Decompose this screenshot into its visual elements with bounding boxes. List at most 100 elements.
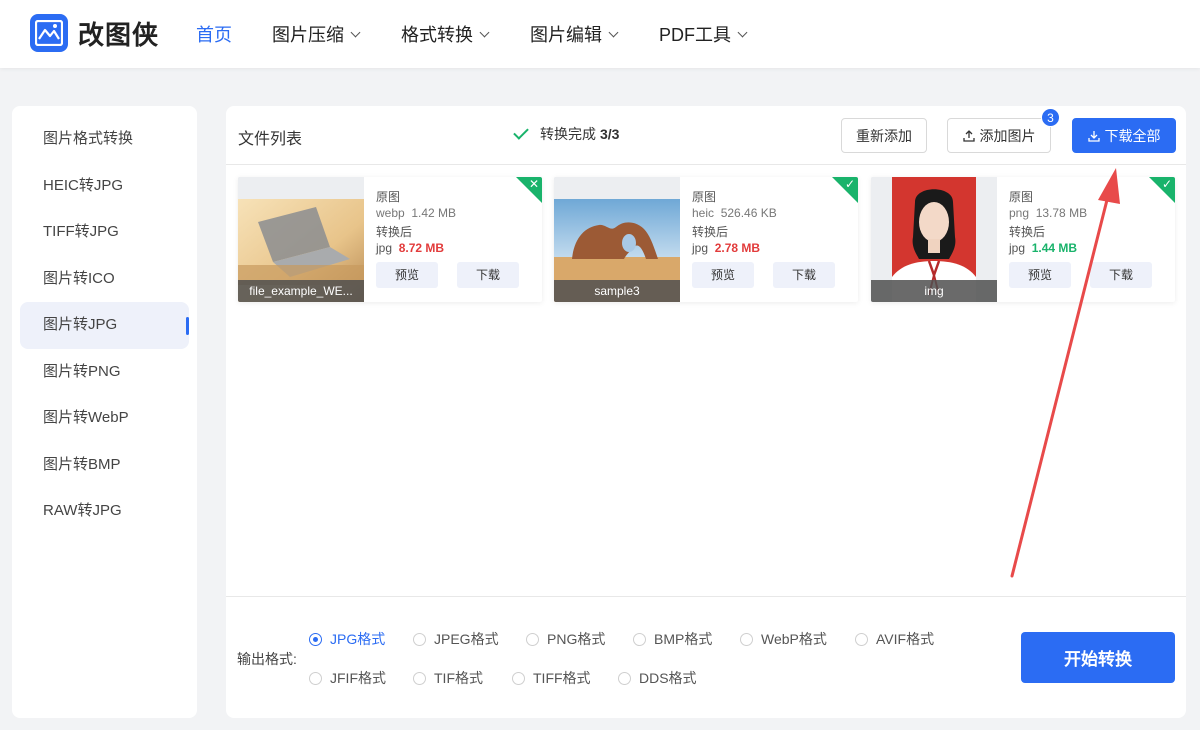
original-details: png 13.78 MB — [1009, 205, 1087, 221]
original-label: 原图 — [692, 190, 717, 204]
nav-image-compress[interactable]: 图片压缩 — [272, 21, 361, 47]
brand-logo[interactable]: 改图侠 — [30, 14, 159, 52]
converted-label: 转换后 — [376, 225, 413, 239]
add-image-button[interactable]: 添加图片 — [947, 118, 1051, 153]
format-radio-jpg[interactable]: JPG格式 — [309, 629, 385, 649]
logo-icon — [30, 14, 68, 52]
format-radio-tif[interactable]: TIF格式 — [413, 668, 483, 688]
sidebar-item-tiff-to-jpg[interactable]: TIFF转JPG — [20, 209, 189, 256]
converted-details: jpg 8.72 MB — [376, 240, 456, 256]
nav-format-convert[interactable]: 格式转换 — [401, 21, 490, 47]
download-icon — [1087, 130, 1100, 142]
sidebar-item-image-to-bmp[interactable]: 图片转BMP — [20, 442, 189, 489]
main-nav: 首页 图片压缩 格式转换 图片编辑 PDF工具 — [196, 0, 788, 68]
file-name: sample3 — [554, 280, 680, 302]
sidebar-item-heic-to-jpg[interactable]: HEIC转JPG — [20, 163, 189, 210]
nav-image-edit[interactable]: 图片编辑 — [530, 21, 619, 47]
download-all-button[interactable]: 下载全部 — [1072, 118, 1176, 153]
format-radio-tiff[interactable]: TIFF格式 — [512, 668, 591, 688]
radio-dot — [526, 632, 539, 646]
original-label: 原图 — [376, 190, 401, 204]
sidebar-item-image-to-png[interactable]: 图片转PNG — [20, 349, 189, 396]
brand-name: 改图侠 — [78, 19, 160, 50]
file-card: img 原图 png 13.78 MB 转换后 jpg 1.44 MB 预览 下… — [871, 177, 1175, 302]
preview-button[interactable]: 预览 — [1009, 262, 1071, 288]
output-format-label: 输出格式: — [237, 651, 297, 667]
download-all-button-label: 下载全部 — [1104, 127, 1161, 144]
format-radio-jpeg[interactable]: JPEG格式 — [413, 629, 499, 649]
format-radio-bmp[interactable]: BMP格式 — [633, 629, 712, 649]
file-name: img — [871, 280, 997, 302]
check-icon: ✓ — [844, 177, 855, 191]
sidebar-item-image-format-convert[interactable]: 图片格式转换 — [20, 116, 189, 163]
add-image-button-label: 添加图片 — [979, 127, 1036, 144]
format-radio-avif[interactable]: AVIF格式 — [855, 629, 934, 649]
status-text: 转换完成 — [540, 126, 596, 142]
start-convert-button[interactable]: 开始转换 — [1021, 632, 1175, 683]
nav-image-edit-label: 图片编辑 — [530, 25, 602, 45]
readd-button[interactable]: 重新添加 — [841, 118, 927, 153]
file-info: 原图 heic 526.46 KB 转换后 jpg 2.78 MB — [692, 189, 777, 256]
radio-dot — [512, 671, 525, 685]
nav-format-convert-label: 格式转换 — [401, 25, 473, 45]
status-count: 3/3 — [600, 126, 620, 142]
radio-dot — [855, 632, 868, 646]
chevron-down-icon — [479, 27, 490, 37]
download-button[interactable]: 下载 — [457, 262, 519, 288]
upload-icon — [962, 129, 975, 142]
file-thumbnail[interactable]: img — [871, 177, 997, 302]
download-button[interactable]: 下载 — [1090, 262, 1152, 288]
original-size: 526.46 KB — [720, 206, 777, 220]
converted-format: jpg — [376, 241, 393, 255]
format-radio-dds[interactable]: DDS格式 — [618, 668, 697, 688]
radio-dot — [740, 632, 753, 646]
nav-home[interactable]: 首页 — [196, 21, 232, 47]
nav-pdf-tools-label: PDF工具 — [659, 25, 731, 45]
file-thumbnail[interactable]: sample3 — [554, 177, 680, 302]
converted-size: 2.78 MB — [714, 241, 761, 255]
format-radio-jfif[interactable]: JFIF格式 — [309, 668, 386, 688]
radio-dot — [618, 671, 631, 685]
chevron-down-icon — [608, 27, 619, 37]
format-radio-webp[interactable]: WebP格式 — [740, 629, 827, 649]
converted-label: 转换后 — [1009, 225, 1046, 239]
original-details: webp 1.42 MB — [376, 205, 456, 221]
original-format: webp — [376, 206, 405, 220]
sidebar-item-image-to-webp[interactable]: 图片转WebP — [20, 395, 189, 442]
top-header: 改图侠 首页 图片压缩 格式转换 图片编辑 PDF工具 — [0, 0, 1200, 68]
original-format: png — [1009, 206, 1030, 220]
nav-pdf-tools[interactable]: PDF工具 — [659, 21, 748, 47]
radio-dot — [413, 671, 426, 685]
file-thumbnail[interactable]: file_example_WE... — [238, 177, 364, 302]
check-icon: ✓ — [1161, 177, 1172, 191]
sidebar-item-image-to-ico[interactable]: 图片转ICO — [20, 256, 189, 303]
preview-button[interactable]: 预览 — [376, 262, 438, 288]
format-radio-label: JPEG格式 — [434, 631, 499, 647]
file-card: file_example_WE... 原图 webp 1.42 MB 转换后 j… — [238, 177, 542, 302]
conversion-status: 转换完成 3/3 — [513, 124, 620, 144]
radio-dot — [309, 671, 322, 685]
converted-details: jpg 2.78 MB — [692, 240, 777, 256]
sidebar: 图片格式转换 HEIC转JPG TIFF转JPG 图片转ICO 图片转JPG 图… — [12, 106, 197, 718]
preview-button[interactable]: 预览 — [692, 262, 754, 288]
converted-label: 转换后 — [692, 225, 729, 239]
sidebar-item-image-to-jpg[interactable]: 图片转JPG — [20, 302, 189, 349]
nav-home-label: 首页 — [196, 25, 232, 45]
download-button[interactable]: 下载 — [773, 262, 835, 288]
image-count-badge: 3 — [1041, 108, 1060, 127]
radio-dot — [633, 632, 646, 646]
format-radio-label: TIF格式 — [434, 670, 483, 686]
converted-size: 8.72 MB — [398, 241, 445, 255]
chevron-down-icon — [737, 27, 748, 37]
format-radio-label: JFIF格式 — [330, 670, 386, 686]
file-info: 原图 png 13.78 MB 转换后 jpg 1.44 MB — [1009, 189, 1087, 256]
close-icon[interactable]: ✕ — [529, 178, 539, 190]
converted-format: jpg — [1009, 241, 1026, 255]
chevron-down-icon — [350, 27, 361, 37]
format-radio-png[interactable]: PNG格式 — [526, 629, 605, 649]
converted-format: jpg — [692, 241, 709, 255]
sidebar-item-raw-to-jpg[interactable]: RAW转JPG — [20, 488, 189, 535]
check-icon — [513, 124, 529, 140]
format-radio-label: BMP格式 — [654, 631, 713, 647]
nav-image-compress-label: 图片压缩 — [272, 25, 344, 45]
